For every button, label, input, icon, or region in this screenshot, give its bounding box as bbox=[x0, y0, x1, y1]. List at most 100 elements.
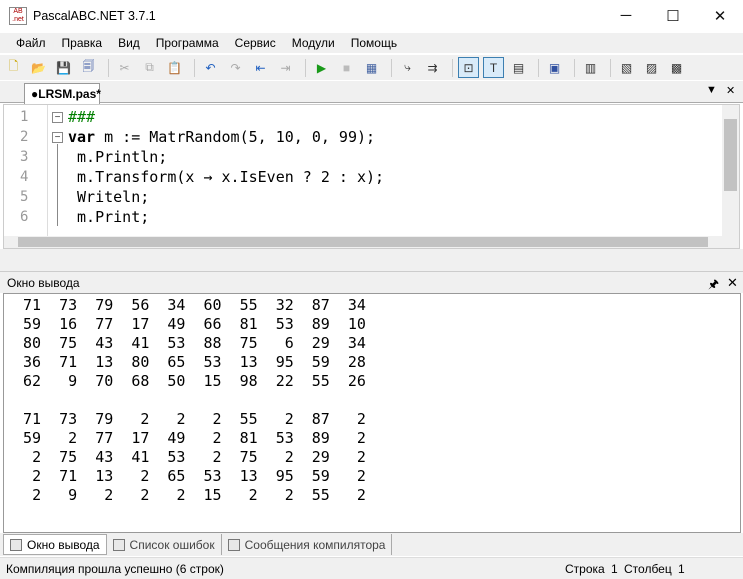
cut-icon[interactable]: ✂ bbox=[114, 57, 135, 78]
editor-horizontal-scrollbar[interactable] bbox=[4, 236, 724, 248]
matrix-cell: 49 bbox=[167, 315, 186, 333]
code-line[interactable]: m.Print; bbox=[68, 208, 149, 226]
matrix-cell: 2 bbox=[248, 486, 258, 504]
matrix-cell: 16 bbox=[59, 315, 78, 333]
output-close-button[interactable]: ✕ bbox=[727, 275, 738, 291]
matrix-cell: 29 bbox=[311, 334, 330, 352]
output-line: 71 73 79 56 34 60 55 32 87 34 bbox=[5, 296, 366, 315]
code-line[interactable]: ### bbox=[68, 108, 95, 126]
close-button[interactable]: ✕ bbox=[697, 0, 743, 31]
compile-icon[interactable]: ▦ bbox=[361, 57, 382, 78]
menu-item[interactable]: Программа bbox=[148, 33, 227, 53]
step-into-icon[interactable]: ⤷ bbox=[397, 57, 418, 78]
matrix-cell: 2 bbox=[356, 429, 366, 447]
new-file-icon[interactable]: 🗋 bbox=[3, 57, 24, 78]
maximize-button[interactable]: ☐ bbox=[650, 0, 696, 31]
tab-icon bbox=[112, 538, 125, 551]
stop-icon[interactable]: ■ bbox=[336, 57, 357, 78]
fold-toggle-icon[interactable]: − bbox=[52, 112, 63, 123]
matrix-cell: 95 bbox=[275, 353, 294, 371]
bottom-tab-label: Окно вывода bbox=[27, 537, 100, 552]
matrix-cell: 73 bbox=[59, 410, 78, 428]
code-text: Writeln; bbox=[68, 188, 150, 206]
bottom-tab[interactable]: Список ошибок bbox=[107, 534, 222, 555]
matrix-cell: 53 bbox=[167, 334, 186, 352]
form-icon[interactable]: ▧ bbox=[616, 57, 637, 78]
matrix-cell: 2 bbox=[284, 448, 294, 466]
toolbar-separator bbox=[538, 58, 539, 77]
toolbar-separator bbox=[108, 58, 109, 77]
matrix-cell: 59 bbox=[311, 467, 330, 485]
tab-lrsm-pas[interactable]: ●LRSM.pas* bbox=[24, 83, 101, 104]
matrix-cell: 53 bbox=[203, 353, 222, 371]
matrix-cell: 75 bbox=[59, 448, 78, 466]
indent-right-icon[interactable]: ⇥ bbox=[275, 57, 296, 78]
matrix-cell: 62 bbox=[23, 372, 42, 390]
matrix-cell: 34 bbox=[347, 334, 366, 352]
tab-close-button[interactable]: ✕ bbox=[726, 84, 735, 97]
run-icon[interactable]: ▶ bbox=[311, 57, 332, 78]
matrix-cell: 53 bbox=[275, 315, 294, 333]
bottom-tabs: Окно вывода Список ошибок Сообщения компил… bbox=[0, 533, 743, 556]
matrix-cell: 71 bbox=[59, 353, 78, 371]
form-design-icon[interactable]: ▨ bbox=[641, 57, 662, 78]
window-title: PascalABC.NET 3.7.1 bbox=[33, 8, 156, 23]
tab-icon bbox=[227, 538, 240, 551]
save-icon[interactable]: 💾 bbox=[53, 57, 74, 78]
copy-icon[interactable]: ⧉ bbox=[139, 57, 160, 78]
bottom-tab[interactable]: Окно вывода bbox=[3, 534, 107, 555]
undo-icon[interactable]: ↶ bbox=[200, 57, 221, 78]
matrix-cell: 71 bbox=[23, 410, 42, 428]
output-window[interactable]: 71 73 79 56 34 60 55 32 87 34 59 16 77 17 49 66 81 53 89 10… bbox=[3, 293, 741, 533]
indent-left-icon[interactable]: ⇤ bbox=[250, 57, 271, 78]
format-icon[interactable]: ▤ bbox=[508, 57, 529, 78]
panel-splitter[interactable] bbox=[0, 249, 743, 271]
matrix-cell: 77 bbox=[95, 315, 114, 333]
text-window-icon[interactable]: T bbox=[483, 57, 504, 78]
matrix-cell: 87 bbox=[311, 410, 330, 428]
matrix-cell: 87 bbox=[311, 296, 330, 314]
output-line: 59 16 77 17 49 66 81 53 89 10 bbox=[5, 315, 366, 334]
bottom-tab[interactable]: Сообщения компилятора bbox=[222, 534, 393, 555]
open-icon[interactable]: 📂 bbox=[28, 57, 49, 78]
matrix-cell: 13 bbox=[95, 353, 114, 371]
menu-item[interactable]: Сервис bbox=[227, 33, 284, 53]
code-line[interactable]: m.Transform(x → x.IsEven ? 2 : x); bbox=[68, 168, 384, 186]
form-run-icon[interactable]: ▩ bbox=[666, 57, 687, 78]
matrix-cell: 13 bbox=[95, 467, 114, 485]
redo-icon[interactable]: ↷ bbox=[225, 57, 246, 78]
matrix-cell: 81 bbox=[239, 315, 258, 333]
matrix-cell: 13 bbox=[239, 353, 258, 371]
output-window-icon[interactable]: ⊡ bbox=[458, 57, 479, 78]
matrix-cell: 80 bbox=[131, 353, 150, 371]
menu-item[interactable]: Модули bbox=[284, 33, 343, 53]
matrix-cell: 55 bbox=[311, 486, 330, 504]
code-icon[interactable]: ▥ bbox=[580, 57, 601, 78]
matrix-cell: 26 bbox=[347, 372, 366, 390]
matrix-cell: 75 bbox=[239, 448, 258, 466]
menu-item[interactable]: Файл bbox=[0, 33, 54, 53]
paste-icon[interactable]: 📋 bbox=[164, 57, 185, 78]
debug-icon[interactable]: ▣ bbox=[544, 57, 565, 78]
code-text: m := MatrRandom(5, 10, 0, 99); bbox=[95, 128, 376, 146]
step-over-icon[interactable]: ⇉ bbox=[422, 57, 443, 78]
editor-vertical-scrollbar[interactable] bbox=[722, 105, 739, 248]
menu-item[interactable]: Правка bbox=[54, 33, 111, 53]
code-editor[interactable]: 1 2 3 4 5 6 − − ### var m := MatrRandom(5, 10,… bbox=[3, 104, 740, 249]
matrix-cell: 6 bbox=[284, 334, 294, 352]
code-line[interactable]: Writeln; bbox=[68, 188, 149, 206]
status-message: Компиляция прошла успешно (6 строк) bbox=[6, 562, 224, 576]
tab-list-button[interactable]: ▼ bbox=[706, 84, 717, 96]
matrix-cell: 2 bbox=[356, 467, 366, 485]
menu-item[interactable]: Помощь bbox=[343, 33, 405, 53]
output-line: 71 73 79 2 2 2 55 2 87 2 bbox=[5, 410, 366, 429]
code-line[interactable]: m.Println; bbox=[68, 148, 167, 166]
status-bar: Компиляция прошла успешно (6 строк) Стро… bbox=[0, 557, 743, 579]
code-line[interactable]: var m := MatrRandom(5, 10, 0, 99); bbox=[68, 128, 375, 146]
fold-toggle-icon[interactable]: − bbox=[52, 132, 63, 143]
menu-item[interactable]: Вид bbox=[110, 33, 148, 53]
save-all-icon[interactable]: 🗐 bbox=[78, 57, 99, 78]
tab-icon bbox=[10, 538, 22, 551]
minimize-button[interactable]: ─ bbox=[603, 0, 649, 31]
matrix-cell: 2 bbox=[356, 448, 366, 466]
